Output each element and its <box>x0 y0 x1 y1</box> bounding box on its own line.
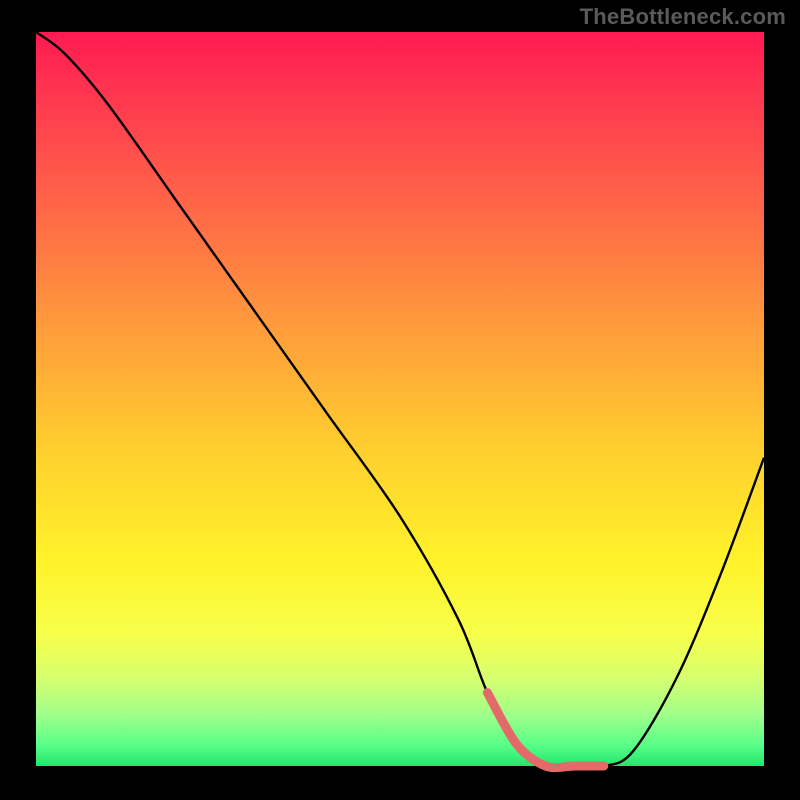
plot-area <box>36 32 764 766</box>
bottleneck-curve-highlight <box>487 693 603 768</box>
bottleneck-curve-path <box>36 32 764 768</box>
chart-frame: TheBottleneck.com <box>0 0 800 800</box>
curve-svg <box>36 32 764 766</box>
watermark-text: TheBottleneck.com <box>580 4 786 30</box>
